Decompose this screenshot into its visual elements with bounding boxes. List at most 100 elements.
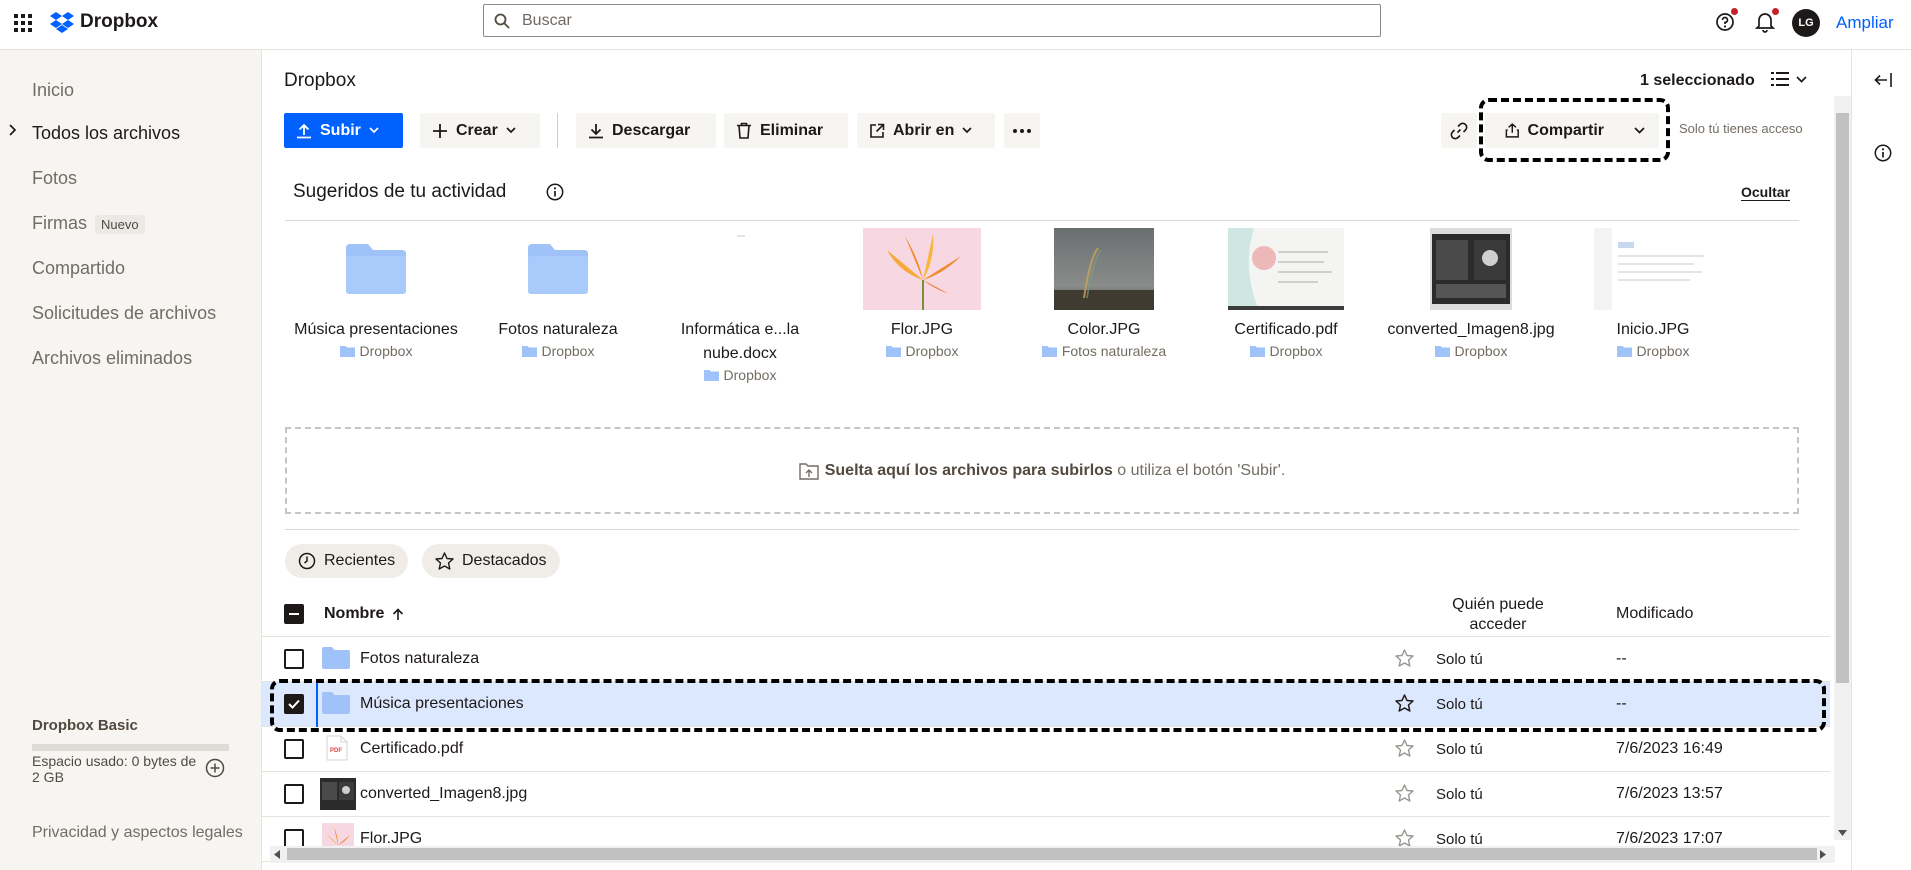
sidebar-item-firmas[interactable]: Firmas Nuevo: [32, 213, 145, 234]
row-name[interactable]: Música presentaciones: [360, 695, 524, 713]
row-modified: 7/6/2023 13:57: [1616, 785, 1723, 802]
suggested-item-name: Flor.JPG: [890, 321, 954, 338]
star-icon[interactable]: [1395, 694, 1414, 712]
chevron-down-icon: [1634, 127, 1645, 134]
open-external-icon: [870, 123, 885, 138]
horizontal-scroll-thumb[interactable]: [287, 848, 1817, 860]
folder-small-icon: [1434, 346, 1450, 357]
star-icon[interactable]: [1395, 829, 1414, 847]
row-checkbox[interactable]: [284, 649, 304, 669]
upgrade-link[interactable]: Ampliar: [1836, 13, 1894, 33]
location-label: Dropbox: [905, 343, 959, 359]
suggested-item[interactable]: Música presentaciones Dropbox: [291, 228, 461, 359]
location-label: Dropbox: [1269, 343, 1323, 359]
table-row[interactable]: converted_Imagen8.jpg Solo tú 7/6/2023 1…: [262, 772, 1830, 817]
table-row[interactable]: Fotos naturaleza Solo tú --: [262, 637, 1830, 682]
location-label: Dropbox: [1636, 343, 1690, 359]
suggested-item[interactable]: Informática e...la nube.docx Dropbox: [655, 228, 825, 383]
scroll-down-arrow-icon[interactable]: [1838, 830, 1847, 836]
chevron-down-icon: [506, 127, 516, 134]
document-thumbnail: [681, 228, 799, 310]
suggested-item[interactable]: Fotos naturaleza Dropbox: [473, 228, 643, 359]
sidebar-item-archivos-eliminados[interactable]: Archivos eliminados: [32, 348, 192, 369]
dropzone-rest-text: o utiliza el botón 'Subir'.: [1112, 461, 1286, 479]
access-note: Solo tú tienes acceso: [1679, 121, 1803, 136]
copy-link-button[interactable]: [1441, 113, 1477, 148]
add-storage-icon[interactable]: [205, 758, 225, 778]
chevron-right-icon[interactable]: [9, 124, 17, 136]
suggested-item[interactable]: Flor.JPG Dropbox: [837, 228, 1007, 359]
star-icon: [435, 552, 454, 570]
row-name[interactable]: Fotos naturaleza: [360, 650, 479, 668]
name-column-header[interactable]: Nombre: [324, 605, 404, 623]
collapse-panel-icon[interactable]: [1874, 72, 1892, 88]
star-icon[interactable]: [1395, 739, 1414, 757]
location-label: Dropbox: [723, 367, 777, 383]
sidebar-item-compartido[interactable]: Compartido: [32, 258, 125, 279]
scroll-left-arrow-icon[interactable]: [274, 850, 280, 859]
share-button[interactable]: Compartir: [1485, 113, 1659, 148]
folder-small-icon: [703, 370, 719, 381]
rainbow-thumbnail: [1045, 228, 1163, 310]
upload-dropzone[interactable]: Suelta aquí los archivos para subirlos o…: [285, 427, 1799, 514]
folder-small-icon: [1041, 346, 1057, 357]
sidebar-item-fotos[interactable]: Fotos: [32, 168, 77, 189]
plus-icon: [433, 123, 447, 138]
star-icon[interactable]: [1395, 649, 1414, 667]
row-name[interactable]: Certificado.pdf: [360, 740, 463, 758]
search-input[interactable]: [520, 9, 1364, 33]
access-column-header[interactable]: Quién puede acceder: [1440, 595, 1556, 635]
sidebar-item-todos-los-archivos[interactable]: Todos los archivos: [32, 123, 180, 144]
screenshot-thumbnail: [1594, 228, 1712, 310]
delete-label: Eliminar: [760, 121, 824, 139]
more-actions-button[interactable]: [1004, 113, 1040, 148]
row-checkbox[interactable]: [284, 784, 304, 804]
app-grid-icon[interactable]: [14, 14, 32, 32]
dropzone-text: Suelta aquí los archivos para subirlos o…: [825, 462, 1286, 480]
table-row[interactable]: PDF Certificado.pdf Solo tú 7/6/2023 16:…: [262, 727, 1830, 772]
suggested-item[interactable]: Color.JPG Fotos naturaleza: [1019, 228, 1189, 359]
starred-filter[interactable]: Destacados: [422, 544, 560, 578]
download-button[interactable]: Descargar: [576, 113, 716, 148]
sidebar-item-solicitudes[interactable]: Solicitudes de archivos: [32, 303, 216, 324]
upload-button[interactable]: Subir: [284, 113, 403, 148]
scroll-right-arrow-icon[interactable]: [1820, 850, 1826, 859]
details-rail: [1851, 50, 1911, 870]
dropbox-logo[interactable]: Dropbox: [50, 11, 158, 33]
search-box[interactable]: [483, 4, 1381, 37]
vertical-scroll-thumb[interactable]: [1836, 113, 1849, 683]
breadcrumb[interactable]: Dropbox: [284, 70, 356, 92]
legal-link[interactable]: Privacidad y aspectos legales: [32, 824, 243, 842]
suggested-item[interactable]: Certificado.pdf Dropbox: [1201, 228, 1371, 359]
share-menu-toggle[interactable]: [1634, 127, 1645, 134]
avatar[interactable]: LG: [1792, 9, 1820, 37]
info-icon[interactable]: [1874, 144, 1892, 162]
bell-icon[interactable]: [1755, 8, 1779, 33]
sidebar-item-inicio[interactable]: Inicio: [32, 80, 74, 101]
recent-filter[interactable]: Recientes: [285, 544, 409, 578]
row-name[interactable]: converted_Imagen8.jpg: [360, 785, 527, 803]
row-modified: 7/6/2023 16:49: [1616, 740, 1723, 757]
help-icon[interactable]: [1715, 8, 1738, 32]
row-access: Solo tú: [1436, 696, 1483, 713]
suggested-item[interactable]: Inicio.JPG Dropbox: [1568, 228, 1738, 359]
suggested-item[interactable]: converted_Imagen8.jpg Dropbox: [1386, 228, 1556, 359]
toolbar-divider: [557, 113, 558, 148]
create-button[interactable]: Crear: [420, 113, 540, 148]
open-in-button[interactable]: Abrir en: [857, 113, 995, 148]
hide-suggestions-link[interactable]: Ocultar: [1741, 184, 1791, 201]
star-icon[interactable]: [1395, 784, 1414, 802]
select-all-checkbox[interactable]: [284, 604, 304, 624]
modified-column-header[interactable]: Modificado: [1616, 605, 1693, 623]
clock-icon: [298, 552, 316, 570]
divider: [285, 220, 1799, 221]
info-icon[interactable]: [546, 183, 564, 201]
view-options-button[interactable]: [1771, 72, 1807, 86]
row-checkbox[interactable]: [284, 739, 304, 759]
table-row[interactable]: Música presentaciones Solo tú --: [262, 682, 1830, 727]
suggested-item-location: Dropbox: [1386, 343, 1556, 359]
row-checkbox[interactable]: [284, 694, 304, 714]
certificate-thumbnail: [1227, 228, 1345, 310]
suggested-item-location: Dropbox: [655, 367, 825, 383]
delete-button[interactable]: Eliminar: [724, 113, 848, 148]
